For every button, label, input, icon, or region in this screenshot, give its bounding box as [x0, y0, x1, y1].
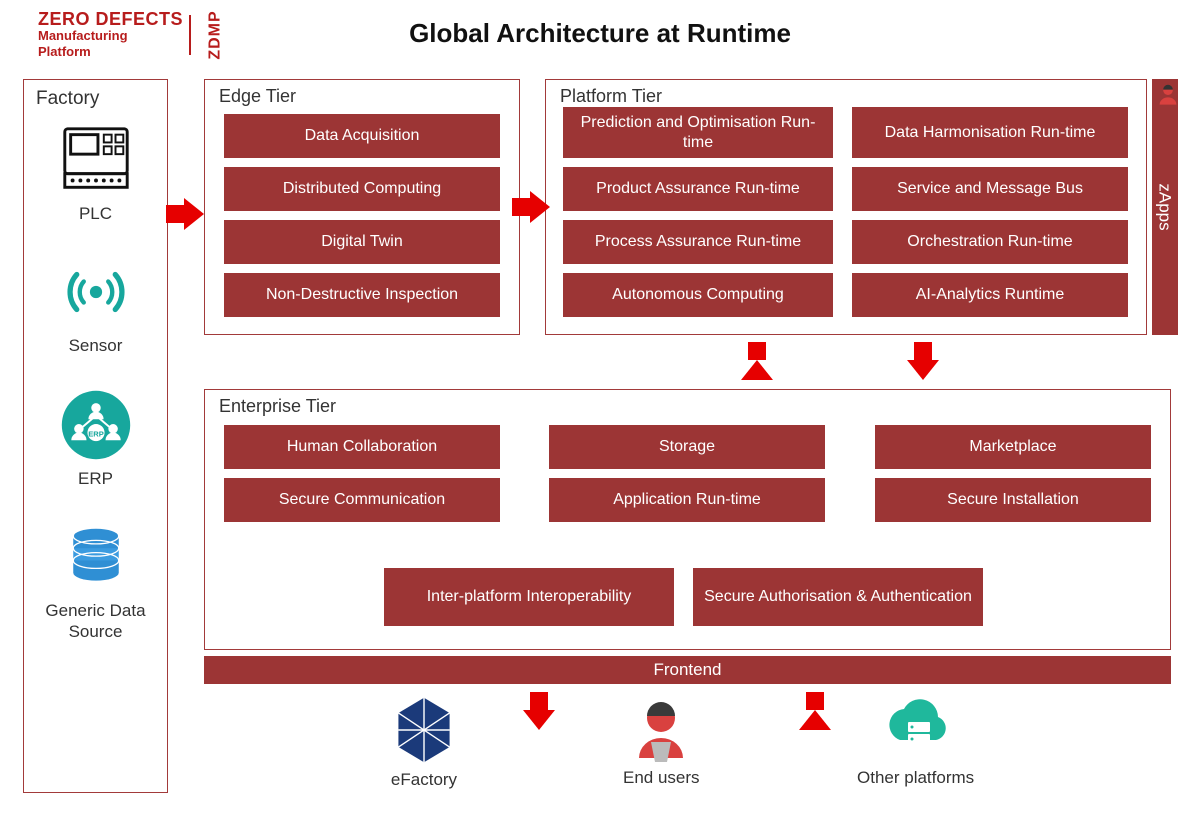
bottom-label-other-platforms: Other platforms — [857, 768, 974, 788]
efactory-icon — [390, 694, 458, 766]
block-secure-communication: Secure Communication — [224, 478, 500, 522]
factory-item-sensor: Sensor — [30, 252, 161, 356]
block-product-assurance: Product Assurance Run-time — [563, 167, 833, 211]
block-digital-twin: Digital Twin — [224, 220, 500, 264]
factory-label-sensor: Sensor — [69, 336, 123, 356]
block-service-message-bus: Service and Message Bus — [852, 167, 1128, 211]
platform-tier-title: Platform Tier — [556, 86, 1136, 107]
block-data-harmonisation: Data Harmonisation Run-time — [852, 107, 1128, 158]
block-storage: Storage — [549, 425, 825, 469]
arrow-edge-to-platform — [512, 191, 550, 223]
page-title: Global Architecture at Runtime — [409, 18, 791, 49]
arrow-enterprise-to-platform — [741, 342, 773, 380]
block-secure-authz-authn: Secure Authorisation & Authentication — [693, 568, 983, 626]
block-prediction-optimisation: Prediction and Optimisation Run-time — [563, 107, 833, 158]
block-orchestration: Orchestration Run-time — [852, 220, 1128, 264]
block-autonomous-computing: Autonomous Computing — [563, 273, 833, 317]
enterprise-tier-title: Enterprise Tier — [215, 396, 1160, 417]
factory-item-generic: Generic Data Source — [30, 517, 161, 642]
factory-label-plc: PLC — [79, 204, 112, 224]
factory-panel: Factory PLC — [23, 79, 168, 793]
frontend-bar: Frontend — [204, 656, 1171, 684]
logo-sub-2: Platform — [38, 44, 91, 60]
block-interplatform-interop: Inter-platform Interoperability — [384, 568, 674, 626]
factory-item-erp: ERP ERP — [30, 385, 161, 489]
user-icon — [1156, 83, 1180, 112]
frontend-label: Frontend — [653, 660, 721, 680]
block-ai-analytics: AI-Analytics Runtime — [852, 273, 1128, 317]
edge-tier-title: Edge Tier — [215, 86, 509, 107]
database-icon — [56, 517, 136, 597]
bottom-item-efactory: eFactory — [390, 694, 458, 790]
logo-sub-1: Manufacturing — [38, 28, 128, 44]
arrow-factory-to-edge — [166, 198, 204, 230]
bottom-label-efactory: eFactory — [391, 770, 457, 790]
bottom-label-end-users: End users — [623, 768, 700, 788]
block-human-collaboration: Human Collaboration — [224, 425, 500, 469]
logo-divider — [189, 15, 191, 55]
zapps-label: zApps — [1155, 183, 1175, 230]
arrow-frontend-down — [523, 692, 555, 730]
block-secure-installation: Secure Installation — [875, 478, 1151, 522]
block-distributed-computing: Distributed Computing — [224, 167, 500, 211]
bottom-item-other-platforms: Other platforms — [857, 694, 974, 788]
block-data-acquisition: Data Acquisition — [224, 114, 500, 158]
erp-icon: ERP — [56, 385, 136, 465]
plc-icon — [56, 120, 136, 200]
block-process-assurance: Process Assurance Run-time — [563, 220, 833, 264]
logo-main: ZERO DEFECTS — [38, 10, 183, 28]
cloud-server-icon — [880, 694, 952, 764]
block-application-runtime: Application Run-time — [549, 478, 825, 522]
factory-title: Factory — [30, 88, 161, 110]
factory-label-generic: Generic Data Source — [30, 601, 161, 642]
arrow-to-frontend — [799, 692, 831, 730]
zapps-strip: zApps — [1152, 79, 1178, 335]
block-marketplace: Marketplace — [875, 425, 1151, 469]
block-ndi: Non-Destructive Inspection — [224, 273, 500, 317]
arrow-platform-to-enterprise — [907, 342, 939, 380]
factory-item-plc: PLC — [30, 120, 161, 224]
logo-header: ZERO DEFECTS Manufacturing Platform ZDMP — [38, 10, 234, 59]
sensor-icon — [56, 252, 136, 332]
bottom-item-end-users: End users — [623, 700, 700, 788]
end-user-icon — [631, 700, 691, 764]
factory-label-erp: ERP — [78, 469, 113, 489]
logo-text: ZERO DEFECTS Manufacturing Platform — [38, 10, 183, 59]
svg-text:ERP: ERP — [88, 429, 104, 438]
logo-short: ZDMP — [207, 10, 225, 59]
